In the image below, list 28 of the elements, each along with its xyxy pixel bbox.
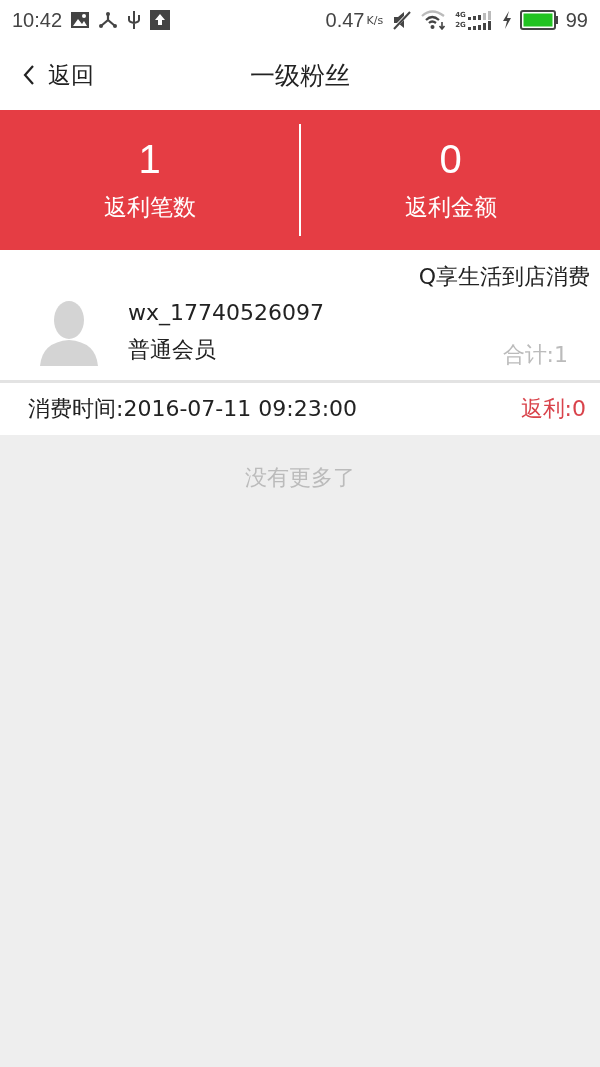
rebate-amount: 返利:0 — [520, 395, 586, 423]
stat-label: 返利金额 — [404, 193, 497, 222]
network-speed: 0.47 — [325, 8, 365, 32]
charging-icon — [501, 11, 512, 29]
mute-icon — [391, 10, 414, 30]
status-time: 10:42 — [12, 8, 63, 32]
signal-icon — [467, 10, 494, 20]
battery-icon — [519, 10, 558, 30]
stat-value: 0 — [439, 137, 462, 182]
stat-label: 返利笔数 — [103, 193, 196, 222]
signal-icon — [467, 20, 494, 30]
battery-level: 99 — [565, 8, 588, 32]
share-icon — [98, 11, 119, 29]
back-button[interactable]: 返回 — [0, 59, 94, 91]
member-type: 普通会员 — [128, 335, 217, 364]
upload-icon — [150, 10, 171, 30]
image-icon — [70, 11, 91, 29]
speed-unit: K/s — [366, 13, 384, 27]
stat-value: 1 — [138, 137, 161, 182]
user-name: wx_17740526097 — [128, 299, 325, 325]
back-icon — [22, 64, 36, 86]
usb-icon — [126, 10, 143, 30]
wifi-icon — [421, 10, 448, 30]
purchase-time: 消费时间:2016-07-11 09:23:00 — [28, 395, 358, 423]
page-title: 一级粉丝 — [250, 59, 350, 92]
store-name: Q享生活到店消费 — [418, 263, 590, 291]
total-count: 合计:1 — [502, 341, 568, 369]
avatar-icon — [40, 298, 98, 366]
